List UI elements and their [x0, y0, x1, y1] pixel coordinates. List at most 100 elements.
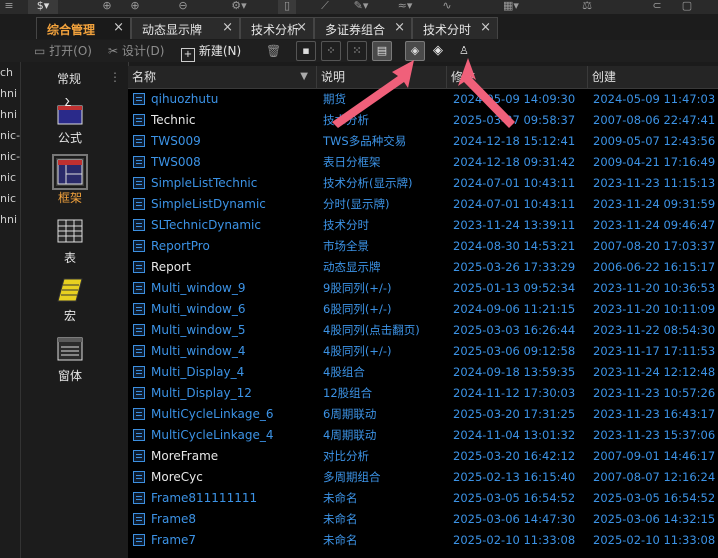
- frame-file-icon: [133, 240, 145, 252]
- tab-dynamic-display[interactable]: 动态显示牌 ×: [131, 17, 240, 39]
- cell-name: TWS008: [151, 155, 201, 169]
- tab-label: 动态显示牌: [142, 23, 203, 37]
- table-row[interactable]: Multi_window_6 6股同列(+/-) 2024-09-06 11:21:…: [128, 299, 718, 320]
- table-row[interactable]: ReportPro 市场全景 2024-08-30 14:53:21 2007-08-…: [128, 236, 718, 257]
- menu-icon[interactable]: ≡: [2, 0, 16, 14]
- scale-icon[interactable]: ⚖: [580, 0, 594, 14]
- frame-file-icon: [133, 177, 145, 189]
- zoom-out-icon[interactable]: ⊖: [176, 0, 190, 14]
- table-row[interactable]: SLTechnicDynamic 技术分时 2023-11-24 13:39:11 2…: [128, 215, 718, 236]
- table-row[interactable]: MultiCycleLinkage_4 4周期联动 2024-11-04 13:01…: [128, 425, 718, 446]
- frame-file-icon: [133, 282, 145, 294]
- cell-name: Technic: [151, 113, 196, 127]
- nav-item-table[interactable]: 表: [49, 218, 91, 266]
- arrow-left-annotation: [332, 60, 414, 128]
- clipped-text: nic-: [0, 129, 21, 142]
- gear-icon[interactable]: ⚙▾: [228, 0, 250, 14]
- design-label: 设计(D): [121, 44, 165, 58]
- close-icon[interactable]: ×: [296, 20, 307, 35]
- table-row[interactable]: Frame8 未命名 2025-03-06 14:47:30 2025-03-06 1…: [128, 509, 718, 530]
- window-icon: [56, 336, 84, 364]
- cell-desc: 技术分时: [323, 218, 369, 232]
- frame-file-icon: [133, 534, 145, 546]
- cell-name: Frame8: [151, 512, 197, 526]
- table-row[interactable]: Frame7 未命名 2025-02-10 11:33:08 2025-02-10 1…: [128, 530, 718, 551]
- table-row[interactable]: SimpleListDynamic 分时(显示牌) 2024-07-01 10:43…: [128, 194, 718, 215]
- mouse-icon[interactable]: ▯: [278, 0, 296, 14]
- cell-created: 2023-11-24 09:46:47: [593, 218, 716, 232]
- frame-file-icon: [133, 513, 145, 525]
- cell-name: Report: [151, 260, 191, 274]
- zoom-in-icon[interactable]: ⊕: [128, 0, 142, 14]
- cell-desc: 6股同列(+/-): [323, 302, 392, 316]
- table-row[interactable]: Multi_Display_4 4股组合 2024-09-18 13:59:35 20…: [128, 362, 718, 383]
- table-row[interactable]: TWS008 表日分框架 2024-12-18 09:31:42 2009-04-21…: [128, 152, 718, 173]
- cell-created: 2025-03-06 14:32:15: [593, 512, 716, 526]
- new-button[interactable]: + 新建(N): [181, 42, 241, 62]
- nav-item-frame[interactable]: 框架: [49, 154, 91, 206]
- cell-created: 2023-11-23 16:43:17: [593, 407, 716, 421]
- cell-desc: 市场全景: [323, 239, 369, 253]
- grid1-icon[interactable]: ▪: [296, 41, 316, 61]
- close-icon[interactable]: ×: [222, 20, 233, 35]
- tab-technical-analysis[interactable]: 技术分析 ×: [240, 17, 314, 39]
- paperclip-icon[interactable]: ⊂: [650, 0, 664, 14]
- clipped-text: hni: [0, 213, 17, 226]
- close-icon[interactable]: ×: [394, 20, 405, 35]
- cell-modified: 2024-12-18 09:31:42: [453, 155, 576, 169]
- clipped-text: nic: [0, 192, 17, 205]
- clipped-text: nic-: [0, 150, 21, 163]
- column-header-name[interactable]: 名称 ▼: [128, 66, 317, 88]
- tab-multi-security[interactable]: 多证券组合 ×: [314, 17, 412, 39]
- frame-file-icon: [133, 303, 145, 315]
- nav-item-formula[interactable]: Σ 公式: [49, 95, 91, 146]
- dollar-icon[interactable]: $▾: [28, 0, 58, 14]
- column-header-created[interactable]: 创建: [588, 66, 718, 88]
- table-row[interactable]: Report 动态显示牌 2025-03-26 17:33:29 2006-06-22…: [128, 257, 718, 278]
- frame-file-icon: [133, 471, 145, 483]
- open-button[interactable]: ▭ 打开(O): [34, 42, 92, 60]
- delete-button[interactable]: 🗑: [266, 42, 281, 60]
- panel-title: 常规: [57, 72, 82, 86]
- nav-item-window[interactable]: 窗体: [49, 336, 91, 384]
- table-row[interactable]: MoreCyc 多周期组合 2025-02-13 16:15:40 2007-08-0…: [128, 467, 718, 488]
- cell-desc: 未命名: [323, 533, 358, 547]
- close-icon[interactable]: ×: [480, 20, 491, 35]
- table-row[interactable]: SimpleListTechnic 技术分析(显示牌) 2024-07-01 10:…: [128, 173, 718, 194]
- macro-icon: [56, 276, 84, 304]
- table-row[interactable]: MoreFrame 对比分析 2025-03-20 16:42:12 2007-09-…: [128, 446, 718, 467]
- close-icon[interactable]: ×: [113, 20, 124, 35]
- cell-created: 2025-03-05 16:54:52: [593, 491, 716, 505]
- table-row[interactable]: Multi_window_4 4股同列(+/-) 2025-03-06 09:12:…: [128, 341, 718, 362]
- frame-file-icon: [133, 429, 145, 441]
- table-row[interactable]: MultiCycleLinkage_6 6周期联动 2025-03-20 17:31…: [128, 404, 718, 425]
- tab-comprehensive-management[interactable]: 综合管理 ×: [36, 17, 131, 39]
- table-row[interactable]: TWS009 TWS多品种交易 2024-12-18 15:12:41 2009-05…: [128, 131, 718, 152]
- cell-created: 2023-11-20 10:11:09: [593, 302, 716, 316]
- nav-item-macro[interactable]: 宏: [49, 276, 91, 324]
- select-icon[interactable]: ▢: [680, 0, 694, 14]
- shapes-icon[interactable]: ≈▾: [394, 0, 416, 14]
- cell-modified: 2025-03-06 09:12:58: [453, 344, 576, 358]
- draw-icon[interactable]: ✎▾: [350, 0, 372, 14]
- clipped-text: hni: [0, 108, 17, 121]
- table-row[interactable]: Multi_Display_12 12股组合 2024-11-12 17:30:03…: [128, 383, 718, 404]
- zoom-icon[interactable]: ⊕: [100, 0, 114, 14]
- line-icon[interactable]: ⟋: [318, 0, 332, 14]
- cell-name: SLTechnicDynamic: [151, 218, 261, 232]
- cell-name: ReportPro: [151, 239, 210, 253]
- open-label: 打开(O): [49, 44, 92, 58]
- frame-file-icon: [133, 408, 145, 420]
- nav-label: 公式: [57, 131, 82, 145]
- tab-technical-intraday[interactable]: 技术分时 ×: [412, 17, 498, 39]
- table-row[interactable]: Multi_window_5 4股同列(点击翻页) 2025-03-03 16:26…: [128, 320, 718, 341]
- cell-name: Multi_Display_12: [151, 386, 252, 400]
- wave-icon[interactable]: ∿: [440, 0, 454, 14]
- table-row[interactable]: Multi_window_9 9股同列(+/-) 2025-01-13 09:52:…: [128, 278, 718, 299]
- clipped-text: ch: [0, 66, 14, 79]
- cell-modified: 2025-03-06 14:47:30: [453, 512, 576, 526]
- calendar-icon[interactable]: ▦▾: [500, 0, 522, 14]
- more-icon[interactable]: ⋮: [109, 70, 121, 84]
- design-button[interactable]: ✂ 设计(D): [108, 42, 164, 60]
- table-row[interactable]: Frame811111111 未命名 2025-03-05 16:54:52 2025…: [128, 488, 718, 509]
